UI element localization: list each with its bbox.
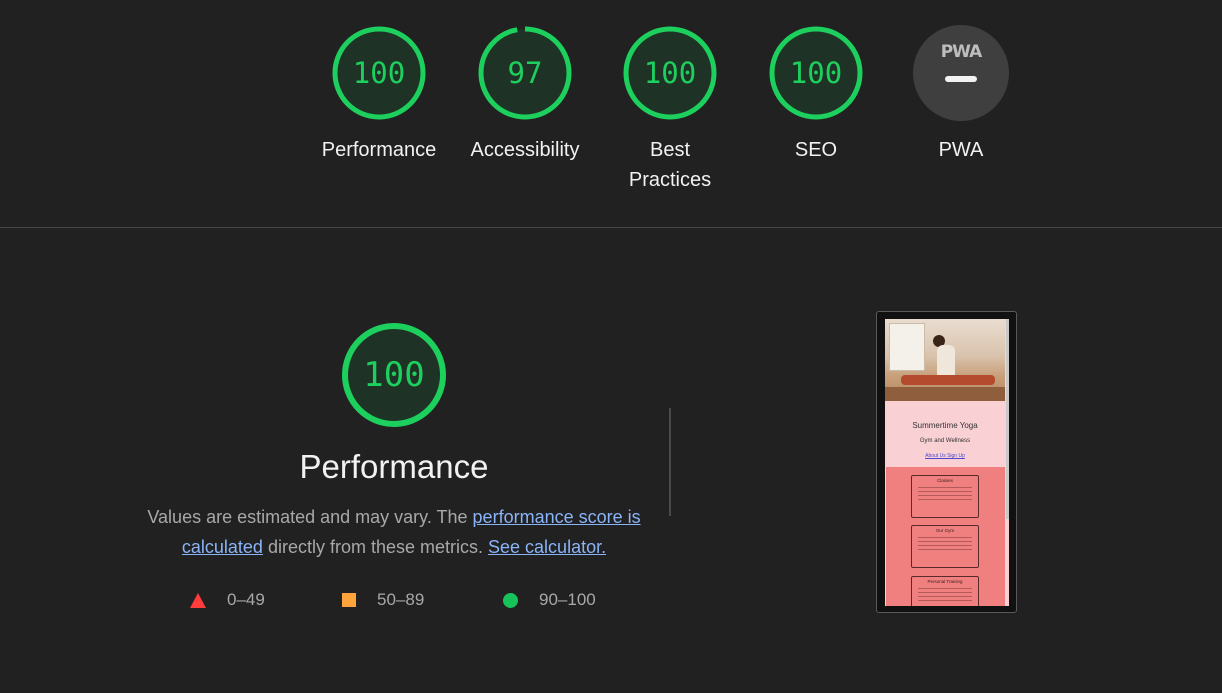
screenshot-title: Summertime Yoga bbox=[912, 421, 978, 430]
pwa-label[interactable]: PWA bbox=[891, 135, 1031, 165]
pwa-badge-text: PWA bbox=[940, 42, 983, 62]
screenshot-links: About Us Sign Up bbox=[925, 453, 965, 459]
hero-image bbox=[885, 319, 1005, 401]
description-text-mid: directly from these metrics. bbox=[262, 537, 489, 557]
performance-gauge[interactable]: 100 bbox=[331, 25, 427, 121]
legend-pass: 90–100 bbox=[503, 588, 596, 612]
screenshot-page: Summertime Yoga Gym and Wellness About U… bbox=[885, 319, 1009, 606]
see-calculator-link[interactable]: See calculator. bbox=[488, 537, 606, 557]
section-divider bbox=[0, 227, 1222, 228]
legend-average: 50–89 bbox=[342, 588, 424, 612]
performance-big-score: 100 bbox=[363, 355, 425, 395]
description-text: Values are estimated and may vary. The bbox=[147, 507, 473, 527]
square-icon bbox=[342, 593, 356, 607]
accessibility-score: 97 bbox=[507, 56, 543, 90]
seo-score: 100 bbox=[789, 56, 843, 90]
screenshot-scrollbar bbox=[1006, 319, 1009, 519]
screenshot-panel: Classes Our Gym Personal Training bbox=[886, 467, 1005, 606]
triangle-icon bbox=[190, 592, 206, 608]
legend-range: 50–89 bbox=[377, 590, 425, 609]
screenshot-card: Our Gym bbox=[911, 525, 979, 568]
performance-big-gauge: 100 bbox=[340, 321, 448, 429]
legend-range: 0–49 bbox=[227, 590, 265, 609]
performance-score: 100 bbox=[352, 56, 406, 90]
accessibility-gauge[interactable]: 97 bbox=[477, 25, 573, 121]
legend-range: 90–100 bbox=[539, 590, 596, 609]
dash-icon bbox=[945, 76, 977, 82]
vertical-divider bbox=[669, 408, 671, 516]
best-practices-score: 100 bbox=[643, 56, 697, 90]
screenshot-subtitle: Gym and Wellness bbox=[919, 438, 971, 444]
best-practices-label[interactable]: Best Practices bbox=[620, 135, 720, 195]
seo-label[interactable]: SEO bbox=[746, 135, 886, 165]
final-screenshot[interactable]: Summertime Yoga Gym and Wellness About U… bbox=[876, 311, 1017, 613]
screenshot-card: Classes bbox=[911, 475, 979, 518]
best-practices-gauge[interactable]: 100 bbox=[622, 25, 718, 121]
seo-gauge[interactable]: 100 bbox=[768, 25, 864, 121]
pwa-badge[interactable]: PWA bbox=[913, 25, 1009, 121]
circle-icon bbox=[503, 592, 518, 608]
screenshot-card: Personal Training bbox=[911, 576, 979, 606]
performance-label[interactable]: Performance bbox=[309, 135, 449, 165]
accessibility-label[interactable]: Accessibility bbox=[455, 135, 595, 165]
performance-description: Values are estimated and may vary. The p… bbox=[144, 502, 644, 562]
performance-title: Performance bbox=[299, 448, 489, 485]
legend-fail: 0–49 bbox=[190, 588, 265, 612]
